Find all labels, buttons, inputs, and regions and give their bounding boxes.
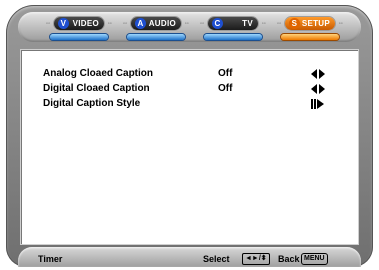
- tab-pill: C TV: [208, 17, 258, 30]
- left-right-arrows-icon[interactable]: [311, 84, 325, 94]
- navigation-keys-icon: ◄►/⬍: [242, 253, 270, 265]
- tab-audio[interactable]: ◦◦ A AUDIO ◦◦: [123, 17, 193, 43]
- tab-dots-left: ◦◦: [46, 21, 51, 27]
- tab-pill: A AUDIO: [131, 17, 181, 30]
- tab-label: AUDIO: [148, 19, 176, 28]
- tab-setup[interactable]: ◦◦ S SETUP ◦◦: [277, 17, 347, 43]
- select-hint: Select: [203, 254, 230, 264]
- tab-dots-left: ◦◦: [200, 21, 205, 27]
- timer-label[interactable]: Timer: [38, 254, 62, 264]
- enter-arrow-icon[interactable]: [311, 99, 325, 109]
- video-badge-icon: V: [58, 18, 69, 29]
- menu-item-label: Analog Cloaed Caption: [43, 68, 153, 79]
- audio-badge-icon: A: [135, 18, 146, 29]
- tab-pill: S SETUP: [285, 17, 335, 30]
- menu-item-value: Off: [218, 68, 233, 79]
- tab-indicator-bar: [204, 34, 262, 40]
- tv-badge-icon: C: [212, 18, 223, 29]
- tab-indicator-bar: [50, 34, 108, 40]
- tab-pill: V VIDEO: [54, 17, 104, 30]
- menu-key-icon: MENU: [301, 253, 328, 265]
- tab-dots-right: ◦◦: [338, 21, 343, 27]
- tab-video[interactable]: ◦◦ V VIDEO ◦◦: [46, 17, 116, 43]
- tab-tv[interactable]: ◦◦ C TV ◦◦: [200, 17, 270, 43]
- tab-label: VIDEO: [72, 19, 99, 28]
- menu-item-label: Digital Caption Style: [43, 98, 141, 109]
- menu-item-digital-caption[interactable]: Digital Cloaed Caption Off: [43, 83, 343, 96]
- tab-dots-right: ◦◦: [261, 21, 266, 27]
- menu-item-value: Off: [218, 83, 233, 94]
- footer-bar: Timer Select ◄►/⬍ Back MENU: [18, 247, 361, 267]
- menu-panel: Analog Cloaed Caption Off Digital Cloaed…: [21, 50, 358, 244]
- setup-badge-icon: S: [289, 18, 300, 29]
- tab-dots-right: ◦◦: [107, 21, 112, 27]
- tab-indicator-bar-active: [281, 34, 339, 40]
- tab-indicator-bar: [127, 34, 185, 40]
- tab-dots-right: ◦◦: [184, 21, 189, 27]
- tab-dots-left: ◦◦: [123, 21, 128, 27]
- tab-label: SETUP: [301, 19, 330, 28]
- menu-item-caption-style[interactable]: Digital Caption Style: [43, 98, 343, 111]
- tab-dots-left: ◦◦: [277, 21, 282, 27]
- left-right-arrows-icon[interactable]: [311, 69, 325, 79]
- menu-item-analog-caption[interactable]: Analog Cloaed Caption Off: [43, 68, 343, 81]
- back-hint: Back: [278, 254, 300, 264]
- tab-label: TV: [242, 19, 253, 28]
- menu-item-label: Digital Cloaed Caption: [43, 83, 150, 94]
